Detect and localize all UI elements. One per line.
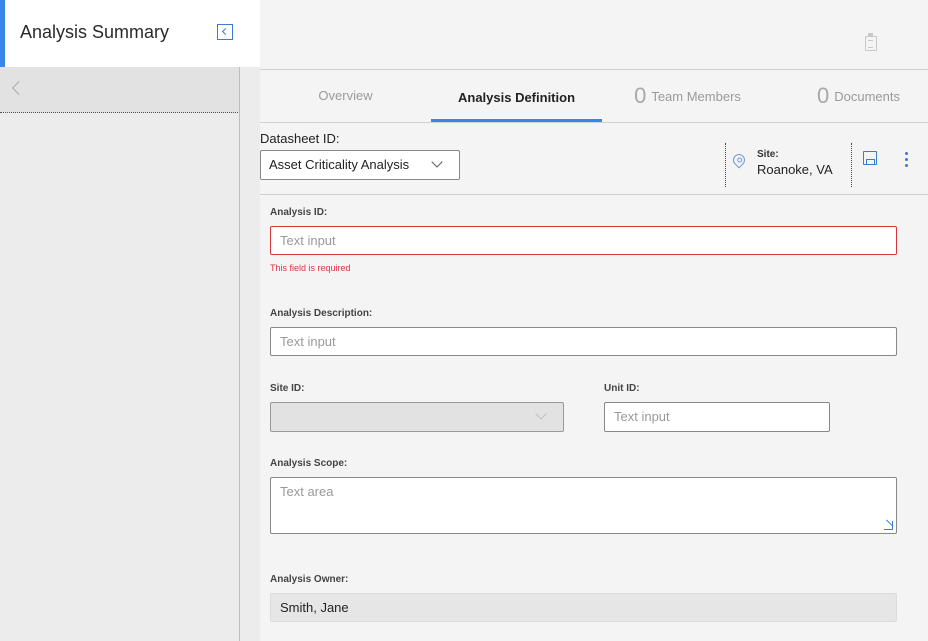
unit-id-placeholder: Text input (614, 409, 670, 424)
tab-team-members[interactable]: 0 Team Members (602, 70, 773, 122)
datasheet-label: Datasheet ID: (260, 131, 340, 146)
analysis-id-input[interactable]: Text input (270, 226, 897, 255)
panel-divider (239, 67, 240, 641)
resize-handle-icon[interactable] (884, 521, 893, 530)
tabs-divider (260, 122, 928, 123)
site-value: Roanoke, VA (757, 162, 833, 177)
left-panel-title: Analysis Summary (20, 22, 170, 42)
site-id-label: Site ID: (270, 383, 305, 394)
analysis-description-input[interactable]: Text input (270, 327, 897, 356)
site-label: Site: (757, 149, 779, 160)
tab-count: 0 (817, 83, 830, 108)
toolbar-separator (725, 143, 726, 187)
tab-count: 0 (634, 83, 647, 108)
main-panel: Overview Analysis Definition 0 Team Membe… (260, 0, 928, 641)
collapse-panel-icon[interactable] (217, 24, 233, 40)
analysis-scope-placeholder: Text area (280, 484, 334, 499)
back-arrow-icon[interactable] (11, 80, 27, 96)
tab-label: Documents (834, 89, 900, 104)
more-vertical-icon[interactable] (905, 152, 909, 168)
clipboard-icon[interactable] (865, 33, 877, 51)
chevron-down-icon (535, 408, 547, 420)
datasheet-divider (260, 194, 928, 195)
tab-label: Team Members (651, 89, 741, 104)
tab-documents[interactable]: 0 Documents (773, 70, 928, 122)
analysis-owner-value: Smith, Jane (280, 600, 349, 615)
unit-id-label: Unit ID: (604, 383, 640, 394)
tab-label: Overview (318, 88, 373, 103)
left-panel: Analysis Summary (0, 0, 260, 641)
tab-analysis-definition[interactable]: Analysis Definition (431, 70, 602, 122)
analysis-scope-textarea[interactable]: Text area (270, 477, 897, 534)
datasheet-selected-value: Asset Criticality Analysis (269, 157, 410, 172)
location-pin-icon (730, 151, 748, 169)
toolbar-separator (851, 143, 852, 187)
chevron-down-icon (431, 156, 443, 168)
left-panel-nav (0, 67, 240, 113)
unit-id-input[interactable]: Text input (604, 402, 830, 432)
analysis-description-label: Analysis Description: (270, 308, 373, 319)
save-icon[interactable] (863, 151, 877, 165)
left-panel-header: Analysis Summary (0, 0, 260, 67)
analysis-id-error: This field is required (270, 263, 351, 273)
analysis-owner-field: Smith, Jane (270, 593, 897, 622)
analysis-description-placeholder: Text input (280, 334, 336, 349)
tab-label: Analysis Definition (457, 90, 576, 105)
site-id-select[interactable] (270, 402, 564, 432)
analysis-id-placeholder: Text input (280, 233, 336, 248)
tab-bar: Overview Analysis Definition 0 Team Membe… (260, 70, 928, 122)
analysis-id-label: Analysis ID: (270, 207, 328, 218)
datasheet-select[interactable]: Asset Criticality Analysis (260, 150, 460, 180)
analysis-owner-label: Analysis Owner: (270, 574, 349, 585)
analysis-scope-label: Analysis Scope: (270, 458, 348, 469)
tab-overview[interactable]: Overview (260, 70, 431, 122)
